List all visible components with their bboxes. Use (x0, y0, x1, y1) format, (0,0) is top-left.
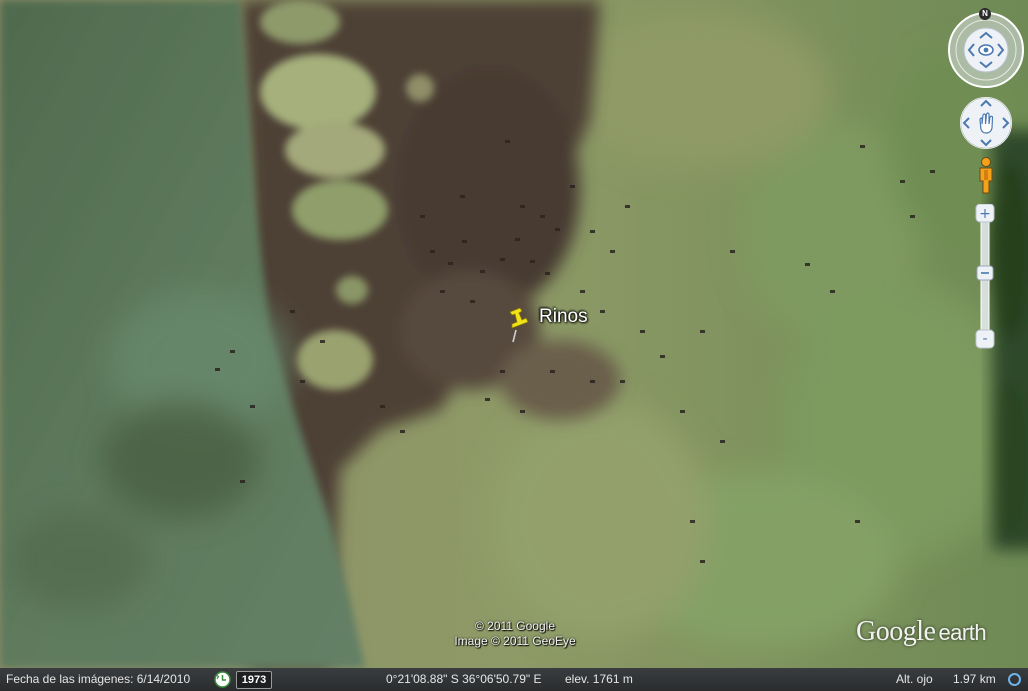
zoom-out-button: - (982, 331, 987, 347)
eye-altitude-value: 1.97 km (953, 672, 996, 686)
compass-north-badge[interactable]: N (979, 8, 991, 20)
yellow-pushpin-icon[interactable] (506, 308, 534, 344)
eye-altitude-label: Alt. ojo (896, 672, 933, 686)
pegman-icon[interactable] (976, 157, 996, 195)
elevation-readout: elev. 1761 m (565, 672, 633, 686)
move-control[interactable] (959, 96, 1013, 150)
status-bar: Fecha de las imágenes: 6/14/2010 1973 0°… (0, 668, 1028, 691)
navigation-controls: N + - (944, 6, 1028, 356)
credit-imagery: Image © 2011 GeoEye (454, 634, 576, 648)
streaming-indicator-icon (1008, 673, 1021, 686)
historical-imagery-clock-icon[interactable] (214, 671, 231, 688)
credit-google: © 2011 Google (474, 619, 555, 633)
google-earth-logo: Google earth (856, 616, 987, 648)
logo-earth: earth (938, 620, 987, 645)
coordinates-readout: 0°21'08.88" S 36°06'50.79" E (386, 672, 542, 686)
placemark-label[interactable]: Rinos (539, 306, 588, 328)
map-viewport[interactable]: Rinos © 2011 Google Image © 2011 GeoEye … (0, 0, 1028, 691)
logo-google: Google (856, 616, 936, 647)
zoom-slider[interactable]: + - (975, 204, 995, 350)
imagery-credits: © 2011 Google Image © 2011 GeoEye (430, 619, 600, 649)
historical-year-button[interactable]: 1973 (236, 671, 272, 689)
zoom-in-button: + (979, 206, 991, 222)
imagery-date: Fecha de las imágenes: 6/14/2010 (6, 672, 191, 686)
eye-icon (978, 44, 994, 56)
